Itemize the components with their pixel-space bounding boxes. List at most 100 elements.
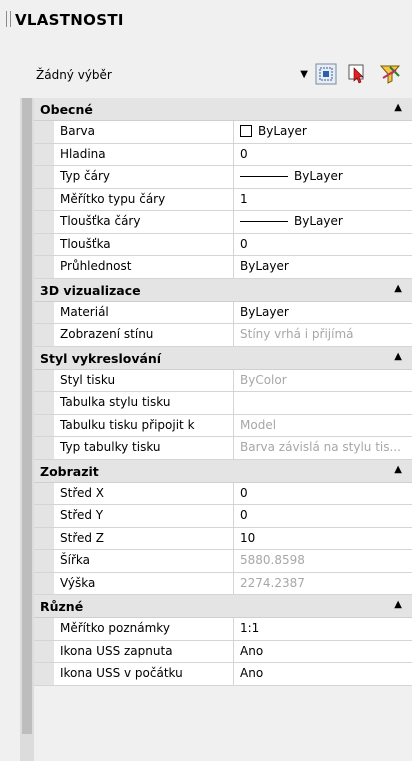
property-label: Měřítko poznámky bbox=[60, 621, 170, 635]
panel-header: VLASTNOSTI bbox=[0, 0, 412, 40]
property-row-layer[interactable]: Hladina 0 bbox=[34, 143, 412, 166]
property-row-center-z[interactable]: Střed Z 10 bbox=[34, 527, 412, 550]
property-label: Ikona USS zapnuta bbox=[60, 643, 173, 658]
column-divider bbox=[233, 324, 234, 346]
property-value: Model bbox=[240, 417, 277, 432]
lineweight-value-text: ByLayer bbox=[294, 214, 343, 228]
property-row-height: Výška 2274.2387 bbox=[34, 572, 412, 595]
section-view-header[interactable]: Zobrazit ▲ bbox=[34, 459, 412, 483]
property-value[interactable]: 0 bbox=[240, 237, 408, 251]
property-value[interactable]: 1 bbox=[240, 192, 408, 206]
section-title: Zobrazit bbox=[40, 463, 99, 479]
column-divider bbox=[233, 663, 234, 685]
property-label: Tabulku tisku připojit k bbox=[60, 417, 195, 432]
column-divider bbox=[233, 618, 234, 640]
property-value[interactable]: 0 bbox=[240, 508, 408, 522]
column-divider bbox=[233, 550, 234, 572]
quick-select-button[interactable] bbox=[314, 62, 338, 86]
property-value[interactable]: 1:1 bbox=[240, 621, 408, 635]
property-row-thickness[interactable]: Tloušťka 0 bbox=[34, 233, 412, 256]
property-label: Hladina bbox=[60, 146, 106, 161]
section-title: 3D vizualizace bbox=[40, 282, 141, 298]
line-sample-icon bbox=[240, 176, 288, 177]
selection-dropdown[interactable]: Žádný výběr ▼ bbox=[36, 64, 308, 86]
property-label: Styl tisku bbox=[60, 372, 116, 387]
property-row-shadow-display: Zobrazení stínu Stíny vrhá i přijímá bbox=[34, 324, 412, 347]
property-value: ByColor bbox=[240, 372, 287, 387]
select-objects-button[interactable] bbox=[346, 62, 370, 86]
section-plot-style-header[interactable]: Styl vykreslování ▲ bbox=[34, 346, 412, 370]
column-divider bbox=[233, 143, 234, 165]
property-value: 2274.2387 bbox=[240, 575, 305, 590]
property-row-color[interactable]: Barva ByLayer bbox=[34, 121, 412, 144]
property-row-plot-style-table[interactable]: Tabulka stylu tisku bbox=[34, 392, 412, 415]
color-value-text: ByLayer bbox=[258, 124, 307, 138]
chevron-up-icon[interactable]: ▲ bbox=[394, 283, 402, 294]
property-row-linetype-scale[interactable]: Měřítko typu čáry 1 bbox=[34, 188, 412, 211]
linetype-value-text: ByLayer bbox=[294, 169, 343, 183]
panel-title: VLASTNOSTI bbox=[15, 11, 124, 29]
column-divider bbox=[233, 505, 234, 527]
property-row-center-x[interactable]: Střed X 0 bbox=[34, 482, 412, 505]
column-divider bbox=[233, 527, 234, 549]
section-3d-visualization-header[interactable]: 3D vizualizace ▲ bbox=[34, 278, 412, 302]
column-divider bbox=[233, 414, 234, 436]
property-row-lineweight[interactable]: Tloušťka čáry ByLayer bbox=[34, 211, 412, 234]
property-value[interactable]: Ano bbox=[240, 644, 408, 658]
toggle-pickadd-icon bbox=[378, 62, 402, 86]
property-value[interactable]: 10 bbox=[240, 531, 408, 545]
column-divider bbox=[233, 369, 234, 391]
section-title: Styl vykreslování bbox=[40, 350, 162, 366]
column-divider bbox=[233, 392, 234, 414]
property-row-annotation-scale[interactable]: Měřítko poznámky 1:1 bbox=[34, 618, 412, 641]
section-misc-header[interactable]: Různé ▲ bbox=[34, 595, 412, 618]
toggle-pickadd-button[interactable] bbox=[378, 62, 402, 86]
property-row-plot-table-attach: Tabulku tisku připojit k Model bbox=[34, 414, 412, 437]
property-label: Střed Y bbox=[60, 508, 104, 522]
property-label: Šířka bbox=[60, 553, 90, 567]
property-label: Materiál bbox=[60, 304, 109, 319]
property-value[interactable]: ByLayer bbox=[240, 305, 408, 319]
property-label: Tloušťka bbox=[60, 236, 111, 251]
chevron-up-icon[interactable]: ▲ bbox=[394, 351, 402, 362]
property-value[interactable]: ByLayer bbox=[240, 214, 408, 228]
property-value: 5880.8598 bbox=[240, 553, 305, 567]
line-sample-icon bbox=[240, 221, 288, 222]
property-value[interactable]: ByLayer bbox=[240, 124, 408, 138]
column-divider bbox=[233, 437, 234, 459]
property-label: Tloušťka čáry bbox=[60, 214, 141, 228]
chevron-up-icon[interactable]: ▲ bbox=[394, 599, 402, 610]
section-title: Obecné bbox=[40, 102, 93, 117]
property-value[interactable]: ByLayer bbox=[240, 169, 408, 183]
property-row-ucs-icon-on[interactable]: Ikona USS zapnuta Ano bbox=[34, 640, 412, 663]
column-divider bbox=[233, 482, 234, 504]
drag-grip-icon[interactable] bbox=[6, 11, 11, 27]
chevron-up-icon[interactable]: ▲ bbox=[394, 102, 402, 113]
property-row-linetype[interactable]: Typ čáry ByLayer bbox=[34, 166, 412, 189]
property-label: Průhlednost bbox=[60, 259, 132, 273]
scrollbar-thumb[interactable] bbox=[22, 98, 32, 734]
column-divider bbox=[233, 166, 234, 188]
property-row-material[interactable]: Materiál ByLayer bbox=[34, 301, 412, 324]
property-row-transparency[interactable]: Průhlednost ByLayer bbox=[34, 256, 412, 279]
property-label: Střed X bbox=[60, 485, 105, 500]
property-row-ucs-icon-at-origin[interactable]: Ikona USS v počátku Ano bbox=[34, 663, 412, 686]
section-general-header[interactable]: Obecné ▲ bbox=[34, 98, 412, 121]
property-value: Stíny vrhá i přijímá bbox=[240, 327, 354, 341]
property-value[interactable]: 0 bbox=[240, 147, 408, 161]
property-value[interactable]: ByLayer bbox=[240, 259, 408, 273]
column-divider bbox=[233, 233, 234, 255]
property-label: Střed Z bbox=[60, 530, 105, 545]
chevron-up-icon[interactable]: ▲ bbox=[394, 464, 402, 475]
property-value[interactable]: Ano bbox=[240, 666, 408, 680]
property-row-center-y[interactable]: Střed Y 0 bbox=[34, 505, 412, 528]
property-value[interactable]: 0 bbox=[240, 486, 408, 500]
property-value: Barva závislá na stylu tis... bbox=[240, 440, 401, 454]
property-label: Ikona USS v počátku bbox=[60, 666, 183, 680]
property-row-plot-style: Styl tisku ByColor bbox=[34, 369, 412, 392]
property-label: Měřítko typu čáry bbox=[60, 191, 166, 206]
select-objects-icon bbox=[346, 62, 370, 86]
chevron-down-icon: ▼ bbox=[300, 69, 308, 80]
selection-toolbar: Žádný výběr ▼ bbox=[0, 56, 412, 92]
column-divider bbox=[233, 572, 234, 594]
